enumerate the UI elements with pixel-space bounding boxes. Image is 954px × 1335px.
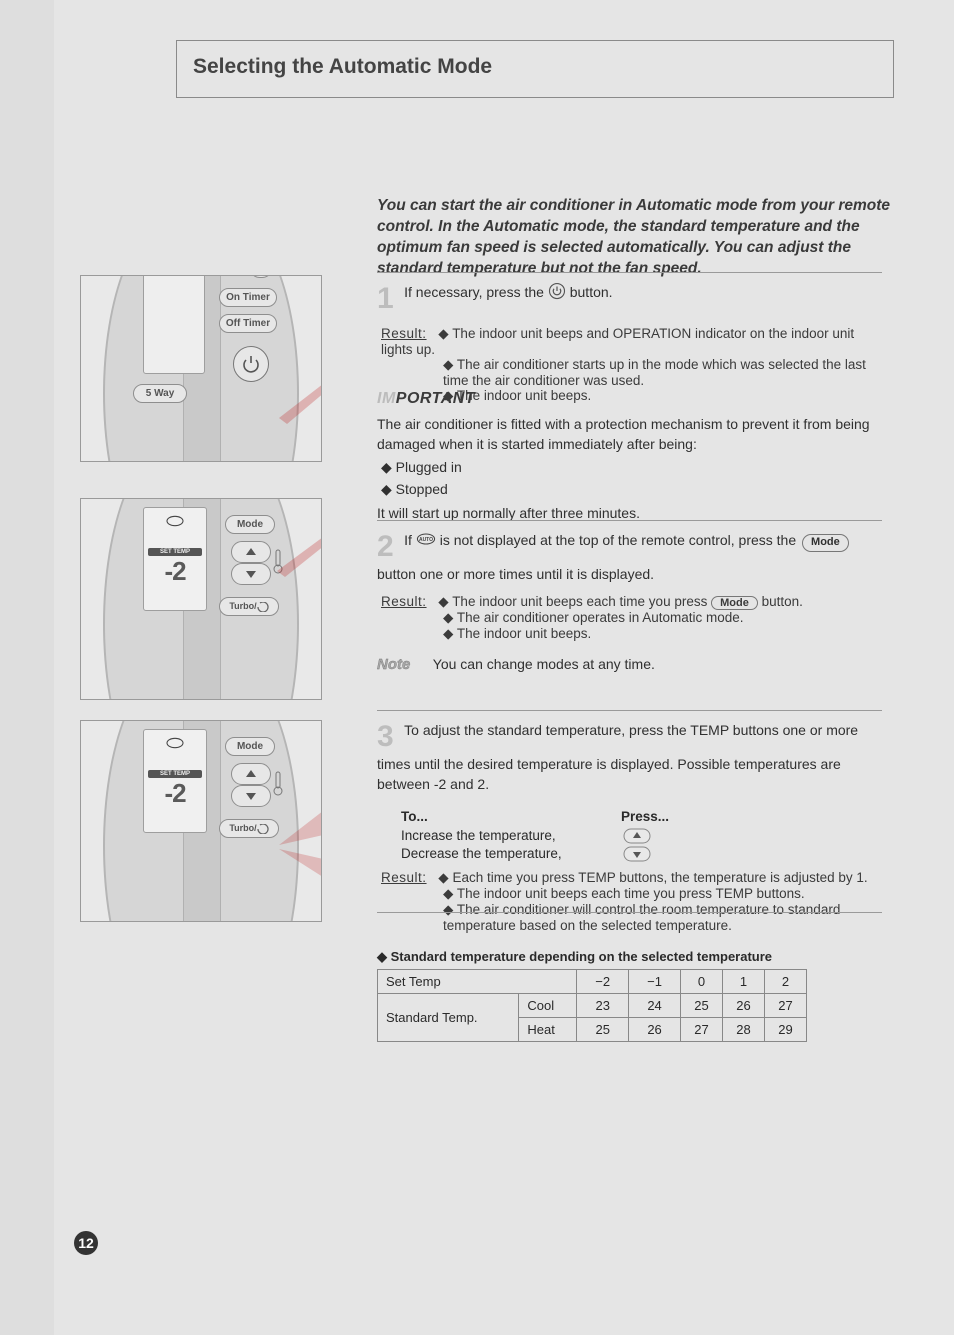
temp-down-button [231,785,271,807]
divider [377,272,882,273]
remote-lcd: SET TEMP -2 [143,729,207,833]
page-number: 12 [74,1231,98,1255]
pointer-arrow-icon [263,809,322,879]
page-title-box: Selecting the Automatic Mode [176,40,894,98]
swing-button [249,275,273,278]
mode-button: Mode [225,515,275,534]
set-temp-label: SET TEMP [148,770,202,778]
power-icon [548,282,566,305]
thermometer-icon [273,771,283,802]
step-number: 3 [377,720,394,753]
note-callout: Note You can change modes at any time. [377,654,882,674]
temp-up-button [231,763,271,785]
step-2-result: Result: ◆ The indoor unit beeps each tim… [377,594,882,642]
power-set-cancel-button [233,346,269,382]
on-timer-button: On Timer [219,288,277,307]
off-timer-button: Off Timer [219,314,277,333]
auto-mode-icon [144,736,206,754]
page-title: Selecting the Automatic Mode [177,41,893,93]
step-3: 3 To adjust the standard temperature, pr… [377,720,882,1042]
step-number: 1 [377,282,394,315]
step-2-text: If AUTO is not displayed at the top of t… [377,532,851,582]
temp-up-icon [621,828,653,844]
remote-illustration-1: On Timer Off Timer 5 Way [80,275,322,462]
auto-mode-icon: AUTO [416,531,436,551]
temp-down-icon [621,846,653,862]
divider [377,912,882,913]
step-1: 1 If necessary, press the button. Result… [377,282,882,404]
remote-illustration-2: SET TEMP -2 Mode Turbo/ [80,498,322,700]
set-temp-label: SET TEMP [148,548,202,556]
pointer-arrow-icon [265,382,322,432]
step-3-result: Result: ◆ Each time you press TEMP butto… [377,870,882,933]
remote-lcd: SET TEMP -2 [143,507,207,611]
important-suffix: PORTANT [396,390,475,407]
set-temp-value: -2 [144,556,206,587]
divider [377,710,882,711]
svg-text:AUTO: AUTO [419,537,433,543]
remote-illustration-3: SET TEMP -2 Mode Turbo/ [80,720,322,922]
important-callout: IMPORTANT The air conditioner is fitted … [377,390,882,523]
step-1-text: If necessary, press the button. [404,284,612,300]
temp-adjust-table: To... Press... Increase the temperature,… [401,809,882,863]
step-3-intro: To adjust the standard temperature, pres… [377,722,858,792]
mode-button: Mode [225,737,275,756]
step-number: 2 [377,530,394,563]
important-prefix: IM [377,390,396,407]
remote-lcd [143,275,205,374]
step-2: 2 If AUTO is not displayed at the top of… [377,530,882,675]
standard-temp-table: ◆ Standard temperature depending on the … [377,949,882,1042]
left-margin-strip [0,0,54,1335]
set-temp-value: -2 [144,778,206,809]
intro-paragraph: You can start the air conditioner in Aut… [377,196,899,280]
mode-button-inline: Mode [802,534,849,552]
pointer-arrow-icon [263,535,322,585]
5way-button: 5 Way [133,384,187,403]
turbo-sleep-button: Turbo/ [219,597,279,616]
auto-mode-icon [144,514,206,532]
divider [377,520,882,521]
